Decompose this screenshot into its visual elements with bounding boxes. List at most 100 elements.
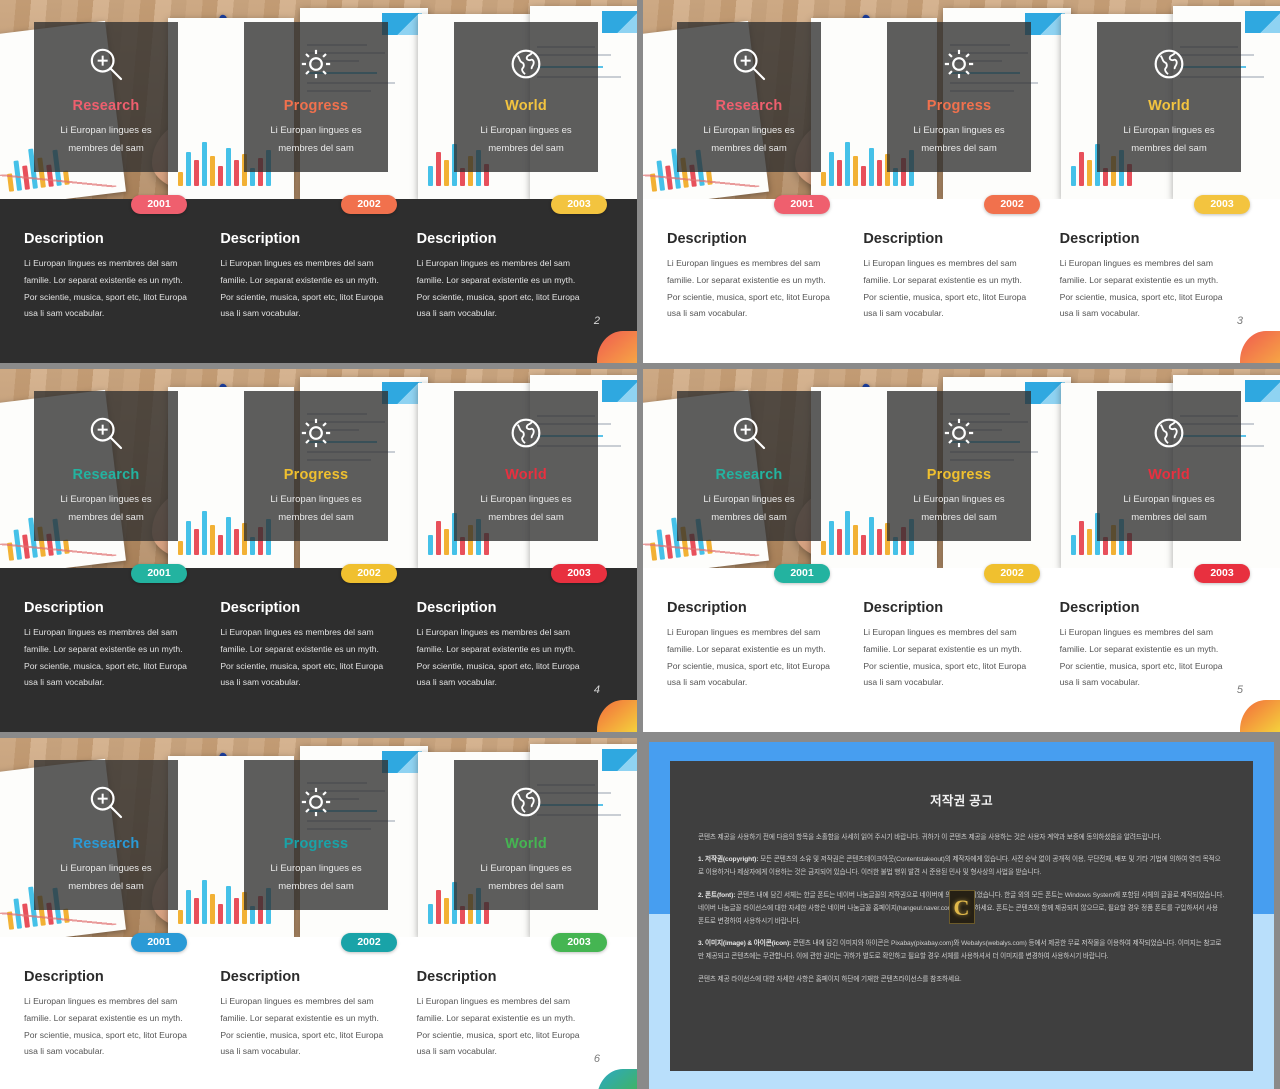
card-progress[interactable]: Progress Li Europan lingues es membres de…: [244, 22, 388, 172]
page-number: 6: [593, 1053, 600, 1065]
description-heading: Description: [24, 969, 104, 985]
description-heading: Description: [416, 231, 497, 247]
description-column: Description Li Europan lingues es membres…: [24, 600, 220, 732]
card-world[interactable]: World Li Europan lingues es membres del s…: [454, 22, 598, 172]
description-heading: Description: [416, 600, 497, 616]
description-body: Li Europan lingues es membres del sam fa…: [863, 627, 1027, 688]
slide-5[interactable]: Research Li Europan lingues es membres de…: [643, 369, 1280, 732]
clause-label: 1. 저작권(copyright):: [698, 856, 759, 864]
card-research[interactable]: Research Li Europan lingues es membres de…: [677, 22, 821, 172]
card-row: Research Li Europan lingues es membres de…: [0, 369, 637, 568]
slide-copyright-notice[interactable]: 저작권 공고 콘텐츠 제공을 사용하기 전에 다음의 항목을 소홀함을 사세히 …: [643, 738, 1280, 1089]
corner-wave-decoration: [597, 1069, 637, 1089]
description-heading: Description: [220, 231, 301, 247]
globe-icon: [511, 418, 541, 448]
slide-3[interactable]: Research Li Europan lingues es membres de…: [643, 0, 1280, 363]
description-heading: Description: [667, 231, 747, 247]
card-research[interactable]: Research Li Europan lingues es membres de…: [34, 22, 178, 172]
description-body: Li Europan lingues es membres del sam fa…: [220, 258, 384, 319]
card-title: Progress: [283, 98, 349, 114]
card-subtitle: Li Europan lingues es membres del sam: [480, 863, 572, 893]
description-body: Li Europan lingues es membres del sam fa…: [220, 627, 384, 688]
page-number: 5: [1236, 684, 1243, 696]
year-badge-2003[interactable]: 2003: [551, 564, 607, 583]
corner-wave-decoration: [597, 331, 637, 363]
card-title: World: [1148, 98, 1190, 114]
year-badge-2003[interactable]: 2003: [1194, 564, 1250, 583]
card-world[interactable]: World Li Europan lingues es membres del s…: [454, 760, 598, 910]
card-title: World: [505, 98, 547, 114]
copyright-title: 저작권 공고: [930, 794, 993, 808]
description-row: Description Li Europan lingues es membres…: [0, 199, 637, 363]
card-progress[interactable]: Progress Li Europan lingues es membres de…: [887, 391, 1031, 541]
zoom-in-icon: [90, 417, 123, 450]
description-body: Li Europan lingues es membres del sam fa…: [416, 627, 580, 688]
description-heading: Description: [863, 600, 944, 616]
description-heading: Description: [1059, 231, 1140, 247]
description-heading: Description: [24, 600, 104, 616]
description-column: Description Li Europan lingues es membres…: [220, 231, 416, 363]
gear-icon: [301, 49, 331, 79]
card-title: World: [1148, 467, 1190, 483]
year-badge-2001[interactable]: 2001: [774, 195, 830, 214]
zoom-in-icon: [90, 48, 123, 81]
year-badge-2002[interactable]: 2002: [984, 564, 1040, 583]
card-progress[interactable]: Progress Li Europan lingues es membres de…: [244, 760, 388, 910]
card-subtitle: Li Europan lingues es membres del sam: [60, 125, 152, 155]
year-badge-2001[interactable]: 2001: [131, 564, 187, 583]
year-badge-2002[interactable]: 2002: [341, 195, 397, 214]
card-title: Research: [72, 98, 140, 114]
year-badge-2001[interactable]: 2001: [131, 195, 187, 214]
card-progress[interactable]: Progress Li Europan lingues es membres de…: [244, 391, 388, 541]
clause-label: 3. 이미지(image) & 아이콘(icon):: [698, 940, 792, 948]
card-title: World: [505, 467, 547, 483]
description-body: Li Europan lingues es membres del sam fa…: [24, 258, 187, 319]
year-badge-2001[interactable]: 2001: [131, 933, 187, 952]
description-column: Description Li Europan lingues es membres…: [863, 600, 1059, 732]
slide-6[interactable]: Research Li Europan lingues es membres de…: [0, 738, 637, 1089]
card-row: Research Li Europan lingues es membres de…: [0, 0, 637, 199]
slide-4[interactable]: Research Li Europan lingues es membres de…: [0, 369, 637, 732]
card-title: Progress: [283, 836, 349, 852]
zoom-in-icon: [733, 48, 766, 81]
card-progress[interactable]: Progress Li Europan lingues es membres de…: [887, 22, 1031, 172]
year-badge-2003[interactable]: 2003: [551, 195, 607, 214]
card-world[interactable]: World Li Europan lingues es membres del s…: [1097, 22, 1241, 172]
description-column: Description Li Europan lingues es membres…: [417, 969, 613, 1089]
card-title: World: [505, 836, 547, 852]
globe-icon: [511, 787, 541, 817]
description-heading: Description: [24, 231, 104, 247]
card-subtitle: Li Europan lingues es membres del sam: [60, 494, 152, 524]
description-body: Li Europan lingues es membres del sam fa…: [24, 627, 187, 688]
card-world[interactable]: World Li Europan lingues es membres del s…: [1097, 391, 1241, 541]
description-body: Li Europan lingues es membres del sam fa…: [416, 258, 580, 319]
year-badge-2002[interactable]: 2002: [984, 195, 1040, 214]
copyright-clause-3: 3. 이미지(image) & 아이콘(icon): 콘텐츠 내에 담긴 이미지…: [698, 937, 1225, 963]
slide-2[interactable]: Research Li Europan lingues es membres de…: [0, 0, 637, 363]
card-subtitle: Li Europan lingues es membres del sam: [1123, 494, 1215, 524]
gear-icon: [944, 49, 974, 79]
card-title: Progress: [283, 467, 349, 483]
card-research[interactable]: Research Li Europan lingues es membres de…: [677, 391, 821, 541]
globe-icon: [1154, 418, 1184, 448]
year-badge-2002[interactable]: 2002: [341, 933, 397, 952]
year-badge-2002[interactable]: 2002: [341, 564, 397, 583]
clause-text: 모든 콘텐츠의 소유 및 저작권은 콘텐츠테이크아웃(Contentstakeo…: [698, 856, 1221, 877]
description-body: Li Europan lingues es membres del sam fa…: [416, 996, 580, 1057]
year-badge-2003[interactable]: 2003: [1194, 195, 1250, 214]
description-heading: Description: [220, 600, 301, 616]
card-research[interactable]: Research Li Europan lingues es membres de…: [34, 391, 178, 541]
gear-icon: [301, 418, 331, 448]
page-number: 3: [1236, 315, 1243, 327]
card-research[interactable]: Research Li Europan lingues es membres de…: [34, 760, 178, 910]
description-column: Description Li Europan lingues es membres…: [863, 231, 1059, 363]
description-column: Description Li Europan lingues es membres…: [417, 600, 613, 732]
description-body: Li Europan lingues es membres del sam fa…: [1059, 258, 1223, 319]
card-world[interactable]: World Li Europan lingues es membres del s…: [454, 391, 598, 541]
card-title: Progress: [926, 467, 992, 483]
year-badge-2003[interactable]: 2003: [551, 933, 607, 952]
card-row: Research Li Europan lingues es membres de…: [643, 369, 1280, 568]
page-number: 4: [593, 684, 600, 696]
description-column: Description Li Europan lingues es membres…: [24, 969, 220, 1089]
year-badge-2001[interactable]: 2001: [774, 564, 830, 583]
